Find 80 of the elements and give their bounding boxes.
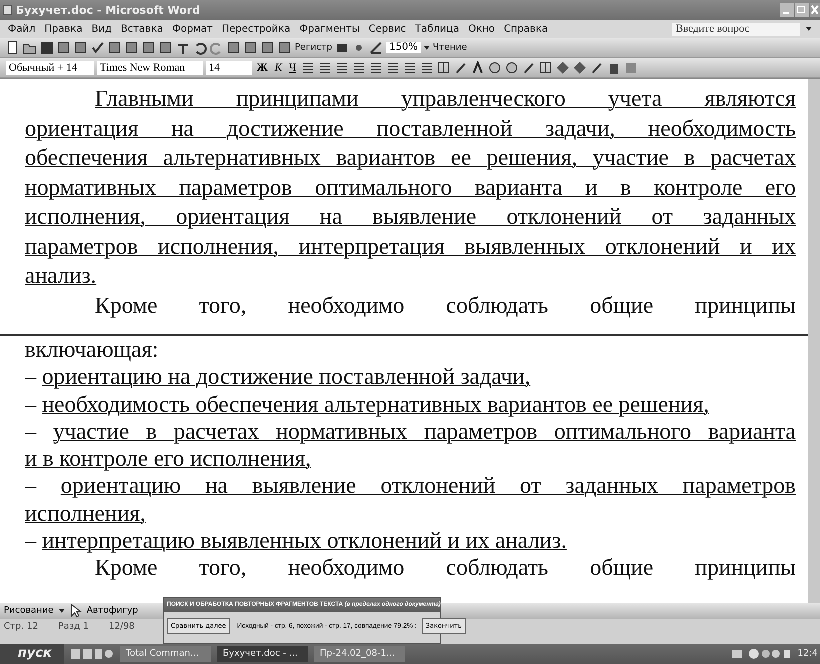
tray-icon[interactable] [732,648,792,660]
toolbar-icon[interactable] [522,60,536,74]
style-field[interactable]: Обычный + 14 [6,60,94,74]
toolbar-icon[interactable] [301,60,316,74]
caret-icon[interactable] [424,46,430,50]
menu-item[interactable]: Формат [172,24,213,34]
taskbar-button[interactable]: Бухучет.doc - ... [217,646,308,662]
toolbar-icon[interactable] [403,60,418,74]
register-button[interactable]: Регистр [295,42,332,52]
toolbar-icon[interactable] [437,60,452,74]
menu-item[interactable]: Таблица [415,24,460,34]
font-field[interactable]: Times New Roman [97,60,203,74]
menu-item[interactable]: Вид [92,24,112,34]
toolbar-icon[interactable] [573,60,588,74]
document-icon [3,4,13,16]
toolbar-icon[interactable] [125,40,139,54]
toolbar-icon[interactable] [278,40,292,54]
toolbar-icon[interactable] [108,40,122,54]
paragraph: включающая: [25,336,160,364]
taskbar-button[interactable]: Total Comman... [120,646,211,662]
paragraph: Кроме того, необходимо соблюдать общие принципы [94,554,796,582]
toolbar-icon[interactable] [369,40,384,54]
toolbar-icon[interactable] [318,60,332,74]
size-field[interactable]: 14 [206,60,252,74]
toolbar-icon[interactable] [488,60,502,74]
close-icon[interactable] [810,3,820,17]
menu-item[interactable]: Справка [504,24,548,34]
toolbar-icon[interactable] [505,60,520,74]
menu-item[interactable]: Сервис [368,24,406,34]
toolbar-icon[interactable] [386,60,400,74]
toolbar-icon[interactable] [590,60,604,74]
menu-item[interactable]: Файл [8,24,36,34]
menu-item[interactable]: Вставка [120,24,164,34]
toolbar-icon[interactable] [40,40,54,54]
clock: 12:4 [798,649,819,659]
toolbar-icon[interactable] [454,60,468,74]
paragraph: Главными принципами управленческого учета являются ориентация на достижение поставленной задачи, необходимость обеспечения альтернативных вариантов ее решения, участие в расчетах нормативных параметров оптимального варианта и в контроле его исполнения, ориентация на выявление отклонений от заданных параметров исполнения, интерпретация выявленных отклонений и их анализ. [25,85,796,290]
list-item: – необходимость обеспечения альтернативных вариантов ее решения, [25,390,710,418]
toolbar-icon[interactable] [142,40,156,54]
menu-item[interactable]: Правка [44,24,83,34]
toolbar-icon[interactable] [471,60,486,74]
start-button[interactable]: пуск [0,644,64,664]
toolbar-icon[interactable] [57,40,71,54]
drawing-menu-button[interactable]: Рисование [4,606,54,616]
reading-button[interactable]: Чтение [433,42,468,52]
menu-item[interactable]: Окно [468,24,496,34]
toolbar-icon[interactable] [74,40,88,54]
menu-item[interactable]: Перестройка [222,24,291,34]
bold-button[interactable]: Ж [255,62,270,74]
window-title: Бухучет.doc - Microsoft Word [16,4,202,16]
italic-button[interactable]: К [272,62,284,74]
toolbar-icon[interactable] [539,60,554,74]
status-item: Разд 1 [58,622,89,632]
paragraph: Кроме того, необходимо соблюдать общие принципы [94,292,796,320]
toolbar-icon[interactable] [91,40,105,54]
autoshapes-button[interactable]: Автофигур [86,606,138,616]
question-field[interactable]: Введите вопрос [672,22,800,36]
caret-icon[interactable] [806,27,812,31]
taskbar-button[interactable]: Пр-24.02_08-1... [314,646,405,662]
toolbar-icon[interactable] [352,60,366,74]
toolbar-icon[interactable] [6,40,20,54]
quick-launch-icon[interactable] [70,648,114,660]
caret-icon[interactable] [58,609,65,613]
scrollbar[interactable] [808,79,820,603]
toolbar-icon[interactable] [420,60,434,74]
status-item: 12/98 [108,622,135,632]
toolbar-icon[interactable] [556,60,570,74]
toolbar-icon[interactable] [227,40,241,54]
menu-item[interactable]: Фрагменты [300,24,360,34]
underline-button[interactable]: Ч [287,62,298,74]
list-item: – интерпретацию выявленных отклонений и их анализ. [25,527,568,554]
toolbar-icon[interactable] [244,40,258,54]
zoom-field[interactable]: 150% [386,42,422,53]
cursor-icon[interactable] [70,604,82,618]
toolbar-icon[interactable] [369,60,384,74]
toolbar-icon[interactable] [159,40,173,54]
status-item: Стр. 12 [4,622,38,632]
toolbar-icon[interactable] [261,40,275,54]
toolbar-icon[interactable] [335,60,350,74]
list-item: – ориентацию на достижение поставленной задачи, [25,363,532,391]
